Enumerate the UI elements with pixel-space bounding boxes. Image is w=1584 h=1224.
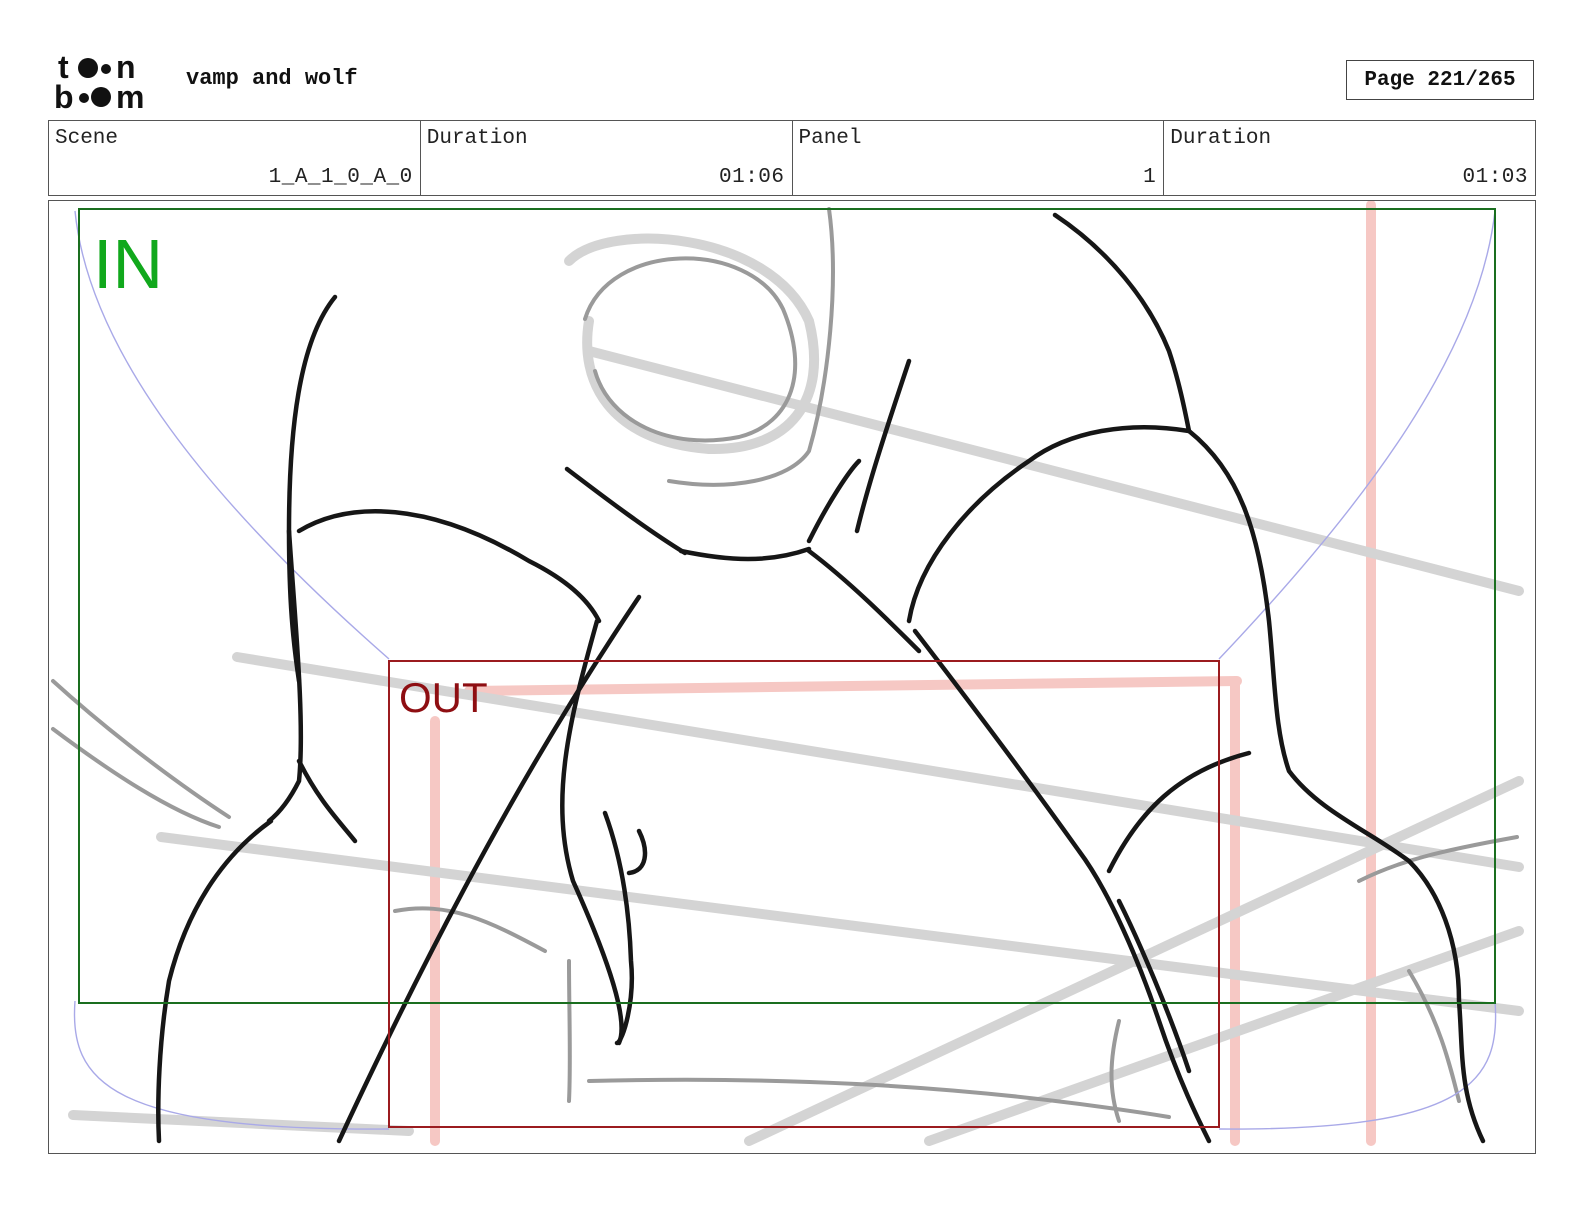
panel-duration-cell: Duration 01:03 (1164, 121, 1535, 195)
svg-text:m: m (116, 79, 144, 112)
panel-info-table: Scene 1_A_1_0_A_0 Duration 01:06 Panel 1… (48, 120, 1536, 196)
camera-out-frame (388, 660, 1220, 1128)
scene-label: Scene (55, 127, 119, 150)
camera-in-label: IN (93, 225, 163, 303)
scene-cell: Scene 1_A_1_0_A_0 (49, 121, 421, 195)
construction-lines (430, 201, 1376, 1146)
panel-value: 1 (1143, 166, 1157, 189)
panel-label: Panel (798, 127, 862, 150)
panel-duration-label: Duration (1170, 127, 1272, 150)
scene-duration-label: Duration (426, 127, 528, 150)
sketch-drawing (51, 201, 1524, 1146)
project-title: vamp and wolf (186, 66, 358, 91)
panel-cell: Panel 1 (793, 121, 1165, 195)
panel-duration-value: 01:03 (1462, 166, 1528, 189)
storyboard-panel: IN OUT (48, 200, 1536, 1154)
camera-out-label: OUT (399, 674, 488, 721)
toon-boom-logo: t n b m (54, 50, 144, 112)
scene-duration-cell: Duration 01:06 (421, 121, 793, 195)
page-number: Page 221/265 (1346, 60, 1534, 100)
scene-duration-value: 01:06 (718, 166, 785, 189)
svg-text:b: b (54, 79, 74, 112)
scene-value: 1_A_1_0_A_0 (268, 166, 413, 189)
